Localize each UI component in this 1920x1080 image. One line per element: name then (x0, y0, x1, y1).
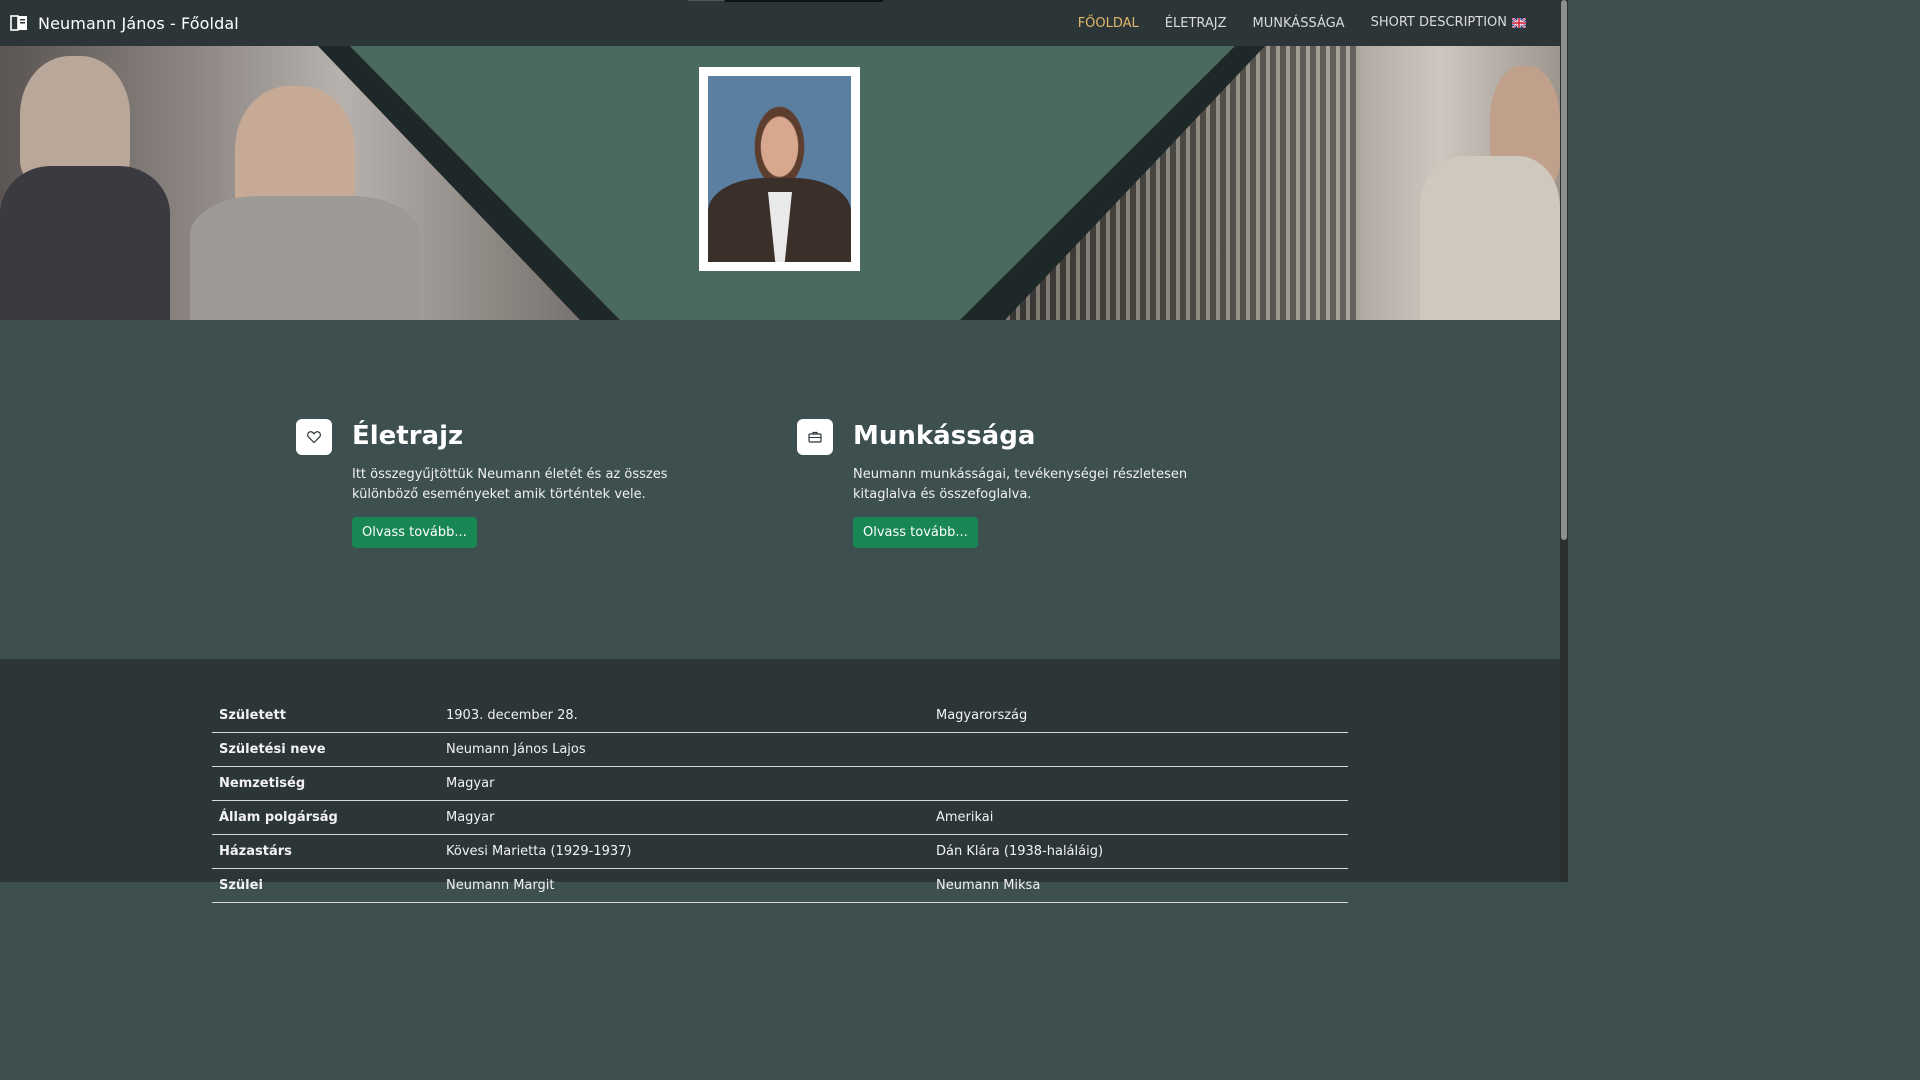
table-row: Születési neve Neumann János Lajos (212, 732, 1348, 767)
table-row: Állam polgárság Magyar Amerikai (212, 800, 1348, 835)
row-label: Házastárs (212, 834, 439, 869)
feature-title-work: Munkássága (853, 421, 1036, 451)
row-extra: Dán Klára (1938-haláláig) (929, 834, 1348, 869)
portrait-frame (699, 67, 860, 271)
main-nav: FŐOLDAL ÉLETRAJZ MUNKÁSSÁGA SHORT DESCRI… (1052, 0, 1527, 46)
read-more-work-button[interactable]: Olvass tovább... (853, 517, 978, 548)
uk-flag-icon (1511, 16, 1527, 32)
row-label: Született (212, 699, 439, 733)
row-extra: Amerikai (929, 800, 1348, 835)
feature-title-biography: Életrajz (352, 421, 464, 451)
nav-link-short-description-label: SHORT DESCRIPTION (1370, 14, 1507, 30)
row-extra: Magyarország (929, 699, 1348, 733)
feature-text-biography: Itt összegyűjtöttük Neumann életét és az… (352, 467, 668, 502)
table-row: Szülei Neumann Margit Neumann Miksa (212, 868, 1348, 903)
read-more-biography-button[interactable]: Olvass tovább... (352, 517, 477, 548)
progress-indicator (725, 0, 883, 2)
row-label: Nemzetiség (212, 766, 439, 801)
row-value: 1903. december 28. (439, 699, 929, 733)
row-extra: Neumann Miksa (929, 868, 1348, 903)
table-row: Házastárs Kövesi Marietta (1929-1937) Dá… (212, 834, 1348, 869)
row-label: Szülei (212, 868, 439, 903)
row-label: Állam polgárság (212, 800, 439, 835)
row-value: Neumann Margit (439, 868, 929, 903)
table-row: Nemzetiség Magyar (212, 766, 1348, 801)
row-label: Születési neve (212, 732, 439, 767)
hero-banner (0, 46, 1560, 320)
scrollbar-thumb[interactable] (1561, 0, 1567, 540)
navbar: Neumann János - Főoldal FŐOLDAL ÉLETRAJZ… (0, 0, 1560, 46)
page-scrollbar[interactable] (1560, 0, 1568, 882)
row-value: Magyar (439, 766, 929, 801)
nav-link-home[interactable]: FŐOLDAL (1078, 16, 1139, 31)
row-value: Neumann János Lajos (439, 732, 929, 767)
info-table: Született 1903. december 28. Magyarorszá… (212, 699, 1348, 903)
progress-track (688, 0, 724, 1)
briefcase-icon (797, 419, 833, 455)
hero-photo-right (960, 46, 1560, 320)
table-row: Született 1903. december 28. Magyarorszá… (212, 699, 1348, 733)
hero-photo-left (0, 46, 620, 320)
nav-link-short-description[interactable]: SHORT DESCRIPTION (1370, 14, 1527, 32)
brand[interactable]: Neumann János - Főoldal (9, 0, 239, 46)
nav-link-biography[interactable]: ÉLETRAJZ (1165, 16, 1227, 31)
row-value: Kövesi Marietta (1929-1937) (439, 834, 929, 869)
nav-link-work[interactable]: MUNKÁSSÁGA (1253, 16, 1345, 31)
feature-text-work: Neumann munkásságai, tevékenységei részl… (853, 467, 1188, 502)
site-title: Neumann János - Főoldal (38, 13, 239, 33)
row-extra (929, 732, 1348, 767)
row-value: Magyar (439, 800, 929, 835)
row-extra (929, 766, 1348, 801)
info-section: Született 1903. december 28. Magyarorszá… (0, 659, 1560, 903)
heart-icon (296, 419, 332, 455)
book-icon (9, 13, 29, 33)
neumann-portrait (708, 76, 851, 262)
